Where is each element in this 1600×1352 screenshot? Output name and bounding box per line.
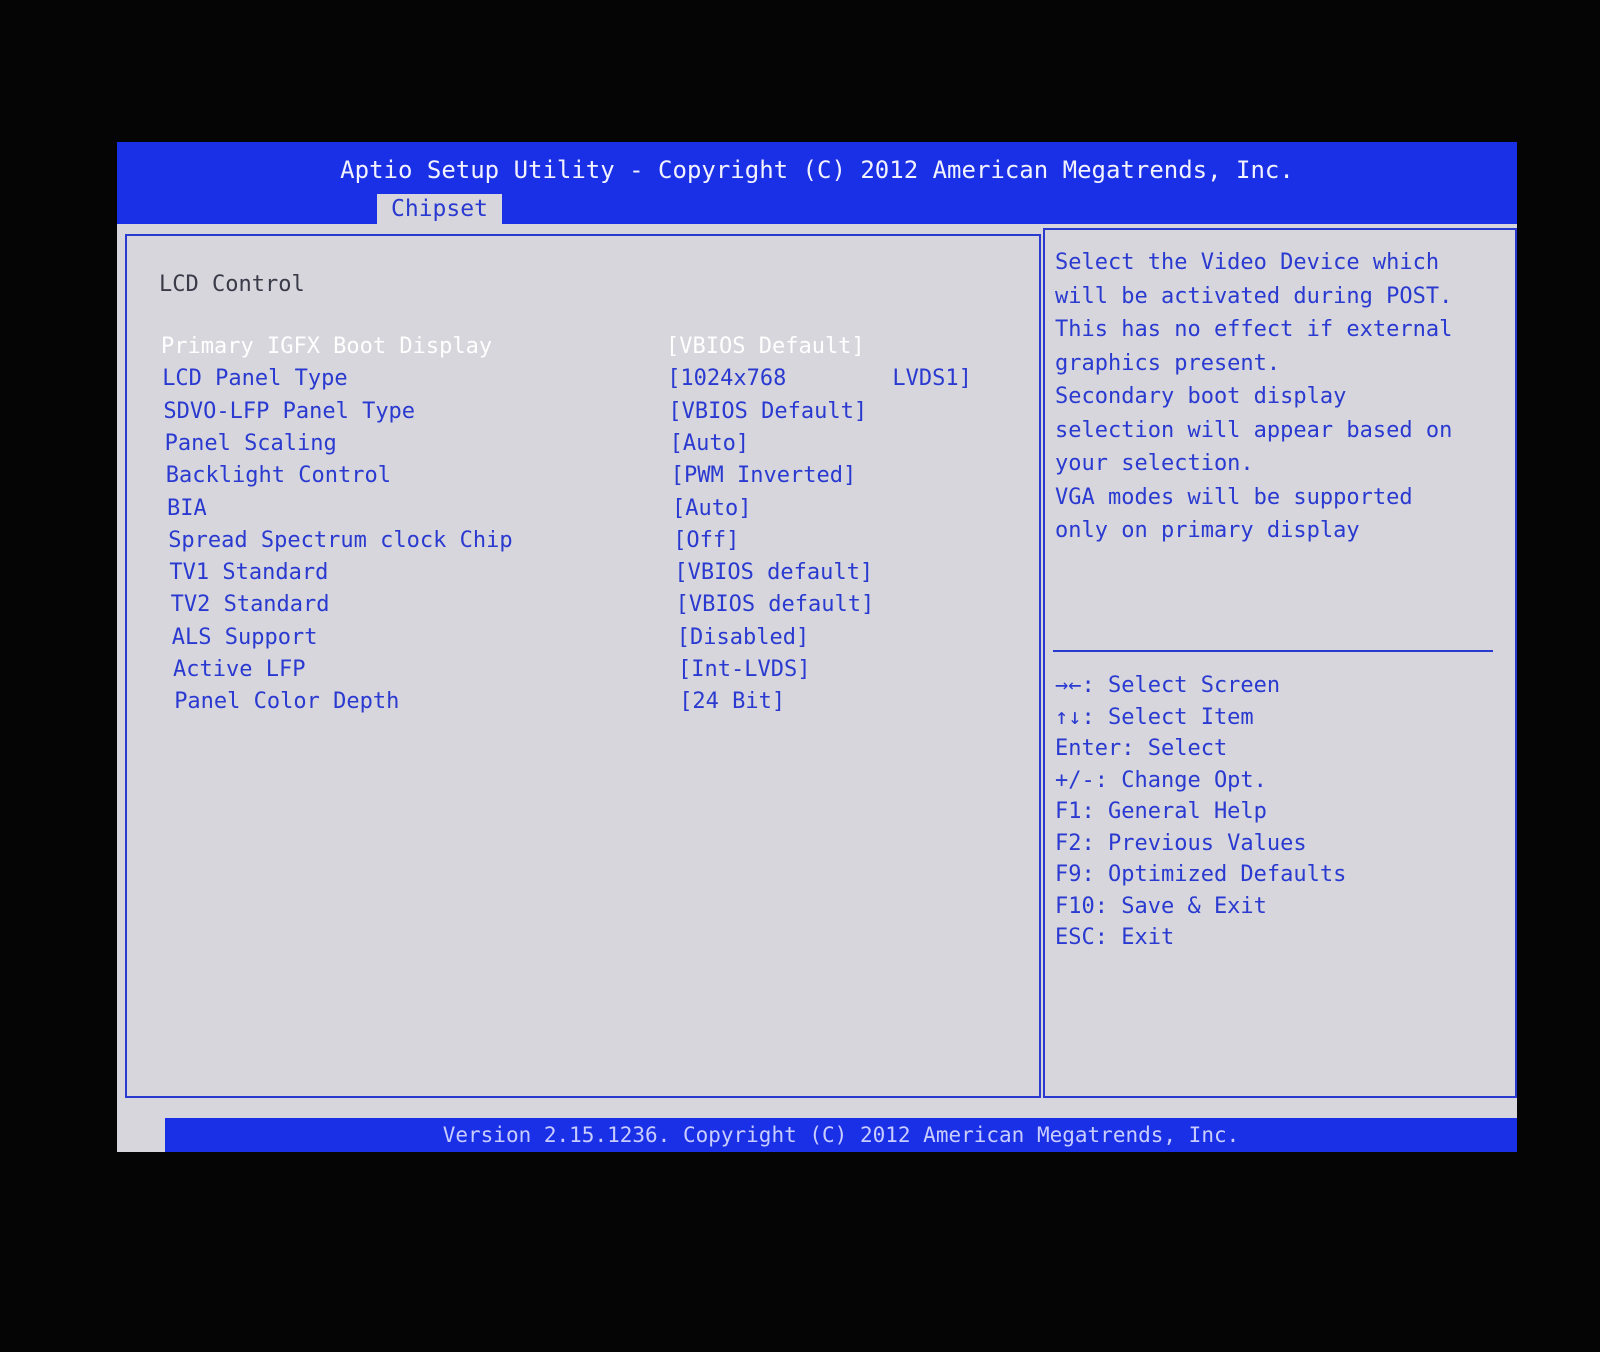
setting-row[interactable]: SDVO-LFP Panel Type [VBIOS Default]	[163, 399, 1033, 431]
setting-value[interactable]: [Auto]	[670, 431, 749, 456]
setting-label: Panel Color Depth	[174, 689, 400, 715]
setting-label: Panel Scaling	[164, 430, 337, 456]
key-hint: +/-: Change Opt.	[1055, 767, 1267, 793]
setting-row[interactable]: ALS Support [Disabled]	[172, 625, 1042, 657]
help-line: graphics present.	[1055, 350, 1281, 376]
help-line: selection will appear based on	[1055, 417, 1453, 443]
setting-label: Spread Spectrum clock Chip	[168, 527, 513, 553]
setting-row[interactable]: BIA [Auto]	[167, 496, 1037, 528]
help-panel: Select the Video Device which will be act…	[1043, 228, 1517, 1098]
setting-row[interactable]: TV1 Standard [VBIOS default]	[169, 560, 1039, 592]
setting-row[interactable]: Active LFP [Int-LVDS]	[173, 657, 1043, 689]
key-hint: F10: Save & Exit	[1055, 893, 1267, 919]
help-line: Select the Video Device which	[1055, 250, 1440, 275]
setting-label: TV1 Standard	[169, 560, 329, 586]
setting-row[interactable]: Spread Spectrum clock Chip [Off]	[168, 528, 1038, 560]
setting-value[interactable]: [1024x768 LVDS1]	[667, 366, 972, 391]
setting-label: Active LFP	[173, 657, 306, 682]
setting-row[interactable]: Panel Color Depth [24 Bit]	[174, 689, 1044, 721]
setting-row[interactable]: Backlight Control [PWM Inverted]	[166, 463, 1036, 495]
setting-label: Backlight Control	[165, 463, 391, 489]
setting-value[interactable]: [VBIOS default]	[676, 592, 875, 617]
setting-value[interactable]: [Int-LVDS]	[678, 657, 810, 682]
setting-label: ALS Support	[171, 624, 318, 650]
help-line: This has no effect if external	[1055, 317, 1453, 342]
section-title: LCD Control	[159, 272, 305, 297]
key-hint: F9: Optimized Defaults	[1055, 862, 1347, 887]
setting-value[interactable]: [VBIOS Default]	[668, 399, 867, 424]
setting-value[interactable]: [Auto]	[672, 496, 751, 521]
tab-chipset[interactable]: Chipset	[377, 194, 502, 226]
key-hint: ESC: Exit	[1055, 925, 1175, 950]
key-hint: Enter: Select	[1055, 736, 1228, 761]
app-title: Aptio Setup Utility - Copyright (C) 2012…	[340, 156, 1294, 184]
setting-row[interactable]: Panel Scaling [Auto]	[165, 431, 1035, 463]
watermark-logo	[1572, 1289, 1582, 1324]
help-line: Secondary boot display	[1055, 384, 1347, 409]
key-hint: ↑↓: Select Item	[1055, 704, 1254, 730]
divider	[1053, 650, 1493, 652]
help-line: will be activated during POST.	[1055, 283, 1453, 309]
bios-screen: Aptio Setup Utility - Copyright (C) 2012…	[117, 142, 1517, 1152]
settings-panel: LCD Control Primary IGFX Boot Display [VB…	[125, 234, 1041, 1098]
setting-label: SDVO-LFP Panel Type	[163, 398, 416, 424]
key-hint: →←: Select Screen	[1055, 673, 1281, 698]
help-line: your selection.	[1055, 451, 1254, 476]
setting-row[interactable]: TV2 Standard [VBIOS default]	[171, 592, 1041, 624]
setting-value[interactable]: [Disabled]	[677, 625, 809, 650]
footer-bar: Version 2.15.1236. Copyright (C) 2012 Am…	[165, 1118, 1517, 1152]
title-bar: Aptio Setup Utility - Copyright (C) 2012…	[117, 142, 1517, 226]
setting-value[interactable]: [Off]	[673, 528, 739, 553]
setting-value[interactable]: [PWM Inverted]	[671, 463, 856, 488]
setting-value[interactable]: [VBIOS Default]	[666, 334, 865, 359]
setting-label: BIA	[167, 495, 207, 521]
help-text: Select the Video Device which will be act…	[1055, 246, 1505, 548]
setting-value[interactable]: [VBIOS default]	[674, 560, 873, 585]
setting-label: LCD Panel Type	[162, 366, 348, 392]
bezel-logo	[90, 1278, 106, 1332]
key-hint: F2: Previous Values	[1055, 830, 1307, 856]
setting-label: TV2 Standard	[170, 592, 330, 618]
setting-value[interactable]: [24 Bit]	[679, 689, 785, 714]
key-hint: F1: General Help	[1055, 799, 1267, 824]
key-legend: →←: Select Screen ↑↓: Select Item Enter: S…	[1055, 670, 1346, 954]
help-line: VGA modes will be supported	[1055, 484, 1413, 510]
setting-row[interactable]: LCD Panel Type [1024x768 LVDS1]	[162, 366, 1032, 398]
setting-row[interactable]: Primary IGFX Boot Display [VBIOS Default]	[161, 334, 1031, 366]
help-line: only on primary display	[1055, 518, 1360, 543]
setting-label: Primary IGFX Boot Display	[161, 334, 493, 359]
